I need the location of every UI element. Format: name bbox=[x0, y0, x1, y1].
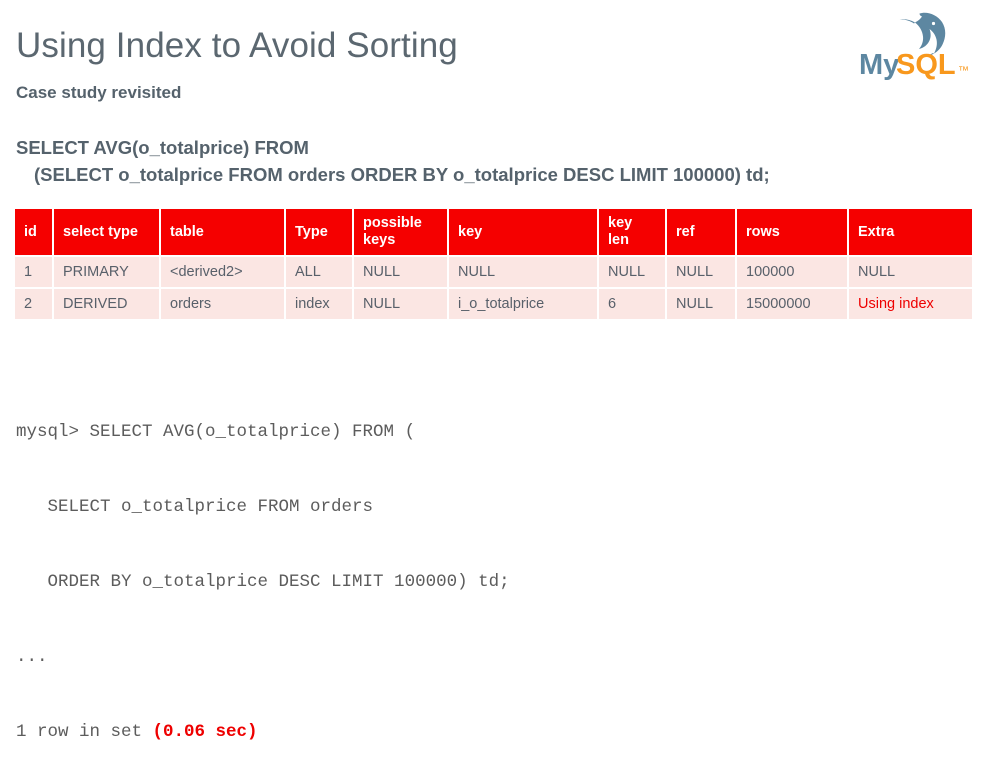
cell-type: ALL bbox=[285, 255, 354, 288]
mysql-trademark-symbol: ™ bbox=[958, 65, 969, 77]
cell-key-len: 6 bbox=[598, 287, 667, 321]
cell-ref: NULL bbox=[666, 255, 737, 288]
column-header-key: key bbox=[448, 209, 599, 256]
console-output-block: mysql> SELECT AVG(o_totalprice) FROM ( S… bbox=[16, 370, 971, 770]
mysql-logo: My SQL ™ bbox=[857, 6, 975, 80]
column-header-rows: rows bbox=[736, 209, 849, 256]
page-subtitle: Case study revisited bbox=[16, 83, 182, 102]
cell-extra: Using index bbox=[848, 287, 972, 321]
sql-statement-line-1: SELECT AVG(o_totalprice) FROM bbox=[16, 137, 309, 158]
column-header-type: Type bbox=[285, 209, 354, 256]
sql-statement-block: SELECT AVG(o_totalprice) FROM (SELECT o_… bbox=[16, 134, 976, 188]
column-header-table: table bbox=[160, 209, 286, 256]
cell-possible-keys: NULL bbox=[353, 287, 449, 321]
console-line-ellipsis: ... bbox=[16, 647, 48, 667]
sql-statement-line-2: (SELECT o_totalprice FROM orders ORDER B… bbox=[34, 164, 770, 185]
cell-extra: NULL bbox=[848, 255, 972, 288]
cell-possible-keys: NULL bbox=[353, 255, 449, 288]
cell-table: orders bbox=[160, 287, 286, 321]
cell-id: 1 bbox=[15, 255, 54, 288]
cell-table: <derived2> bbox=[160, 255, 286, 288]
console-line-result: 1 row in set (0.06 sec) bbox=[16, 720, 971, 745]
table-row: 1 PRIMARY <derived2> ALL NULL NULL NULL … bbox=[15, 255, 972, 288]
cell-select-type: PRIMARY bbox=[53, 255, 161, 288]
cell-key: NULL bbox=[448, 255, 599, 288]
console-line-3: ORDER BY o_totalprice DESC LIMIT 100000)… bbox=[16, 572, 510, 592]
cell-type: index bbox=[285, 287, 354, 321]
cell-key-len: NULL bbox=[598, 255, 667, 288]
table-header-row: id select type table Type possible keys … bbox=[15, 209, 972, 256]
cell-key: i_o_totalprice bbox=[448, 287, 599, 321]
column-header-ref: ref bbox=[666, 209, 737, 256]
slide-header: Using Index to Avoid Sorting Case study … bbox=[0, 0, 987, 118]
page-title: Using Index to Avoid Sorting bbox=[16, 26, 458, 65]
console-result-text: 1 row in set bbox=[16, 722, 153, 742]
cell-select-type: DERIVED bbox=[53, 287, 161, 321]
mysql-wordmark-my: My bbox=[859, 49, 899, 80]
mysql-wordmark-sql: SQL bbox=[896, 49, 956, 80]
cell-id: 2 bbox=[15, 287, 54, 321]
console-line-2: SELECT o_totalprice FROM orders bbox=[16, 497, 374, 517]
console-result-timing: (0.06 sec) bbox=[152, 722, 258, 742]
column-header-extra: Extra bbox=[848, 209, 972, 256]
cell-rows: 15000000 bbox=[736, 287, 849, 321]
explain-output-table: id select type table Type possible keys … bbox=[15, 209, 972, 321]
column-header-key-len: key len bbox=[598, 209, 667, 256]
console-line-1: mysql> SELECT AVG(o_totalprice) FROM ( bbox=[16, 422, 416, 442]
column-header-select-type: select type bbox=[53, 209, 161, 256]
column-header-id: id bbox=[15, 209, 54, 256]
table-row: 2 DERIVED orders index NULL i_o_totalpri… bbox=[15, 287, 972, 321]
cell-ref: NULL bbox=[666, 287, 737, 321]
column-header-possible-keys: possible keys bbox=[353, 209, 449, 256]
cell-rows: 100000 bbox=[736, 255, 849, 288]
